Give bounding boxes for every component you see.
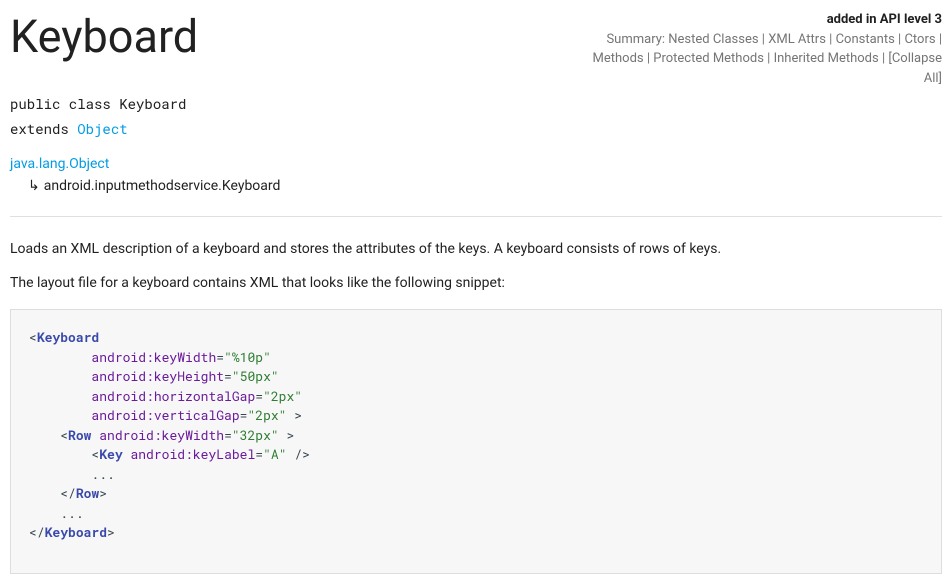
hierarchy-current-class: android.inputmethodservice.Keyboard (44, 178, 281, 194)
class-hierarchy: java.lang.Object ↳ android.inputmethodser… (10, 156, 942, 194)
subclass-arrow-icon: ↳ (28, 179, 40, 193)
summary-link-inherited-methods[interactable]: Inherited Methods (774, 51, 879, 66)
summary-link-ctors[interactable]: Ctors (904, 32, 935, 47)
description-paragraph-2: The layout file for a keyboard contains … (10, 275, 942, 291)
summary-link-xml-attrs[interactable]: XML Attrs (768, 32, 826, 47)
summary-link-collapse-all[interactable]: [Collapse All] (888, 51, 942, 86)
hierarchy-link-object[interactable]: java.lang.Object (10, 156, 109, 172)
summary-link-constants[interactable]: Constants (836, 32, 895, 47)
keyword-public-class: public class (10, 94, 119, 113)
keyword-extends: extends (10, 119, 77, 138)
api-summary-block: added in API level 3 Summary: Nested Cla… (582, 10, 942, 88)
summary-label: Summary: (606, 32, 665, 47)
summary-link-nested-classes[interactable]: Nested Classes (668, 32, 758, 47)
separator: | (939, 32, 942, 47)
class-name: Keyboard (119, 94, 186, 113)
summary-link-protected-methods[interactable]: Protected Methods (653, 51, 764, 66)
api-added-note: added in API level 3 (827, 12, 942, 27)
page-title: Keyboard (10, 10, 198, 63)
class-signature-line1: public class Keyboard (10, 94, 942, 113)
code-snippet: <Keyboard android:keyWidth="%10p" androi… (10, 309, 942, 574)
class-signature-line2: extends Object (10, 119, 942, 138)
extends-link-object[interactable]: Object (77, 119, 127, 138)
summary-link-methods[interactable]: Methods (593, 51, 644, 66)
description-paragraph-1: Loads an XML description of a keyboard a… (10, 241, 942, 257)
divider (10, 216, 942, 217)
